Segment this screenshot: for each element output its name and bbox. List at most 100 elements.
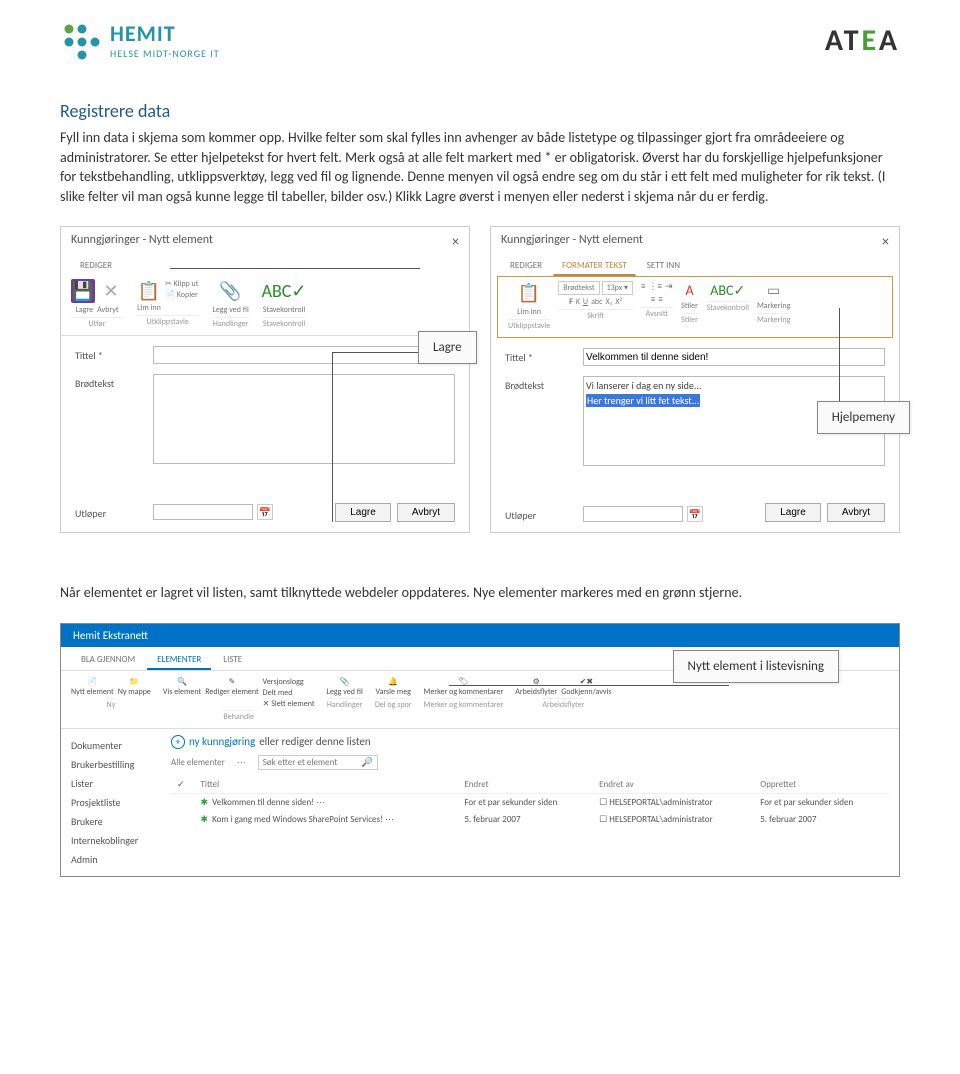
sub-button[interactable]: X₂ <box>605 297 612 307</box>
page-header: HEMIT HELSE MIDT-NORGE IT ATEA <box>60 20 900 60</box>
hemit-title: HEMIT <box>110 20 220 47</box>
cell-tittel[interactable]: Kom i gang med Windows SharePoint Servic… <box>195 811 459 828</box>
footer-lagre-button[interactable]: Lagre <box>765 503 821 522</box>
attach-icon[interactable]: 📎 <box>219 279 243 303</box>
paste-icon[interactable]: 📋 <box>137 279 161 303</box>
textarea-highlight: Her trenger vi litt fet tekst... <box>586 394 700 407</box>
tab-rediger[interactable]: REDIGER <box>71 256 121 275</box>
ribbon-liminn: Lim inn <box>137 303 161 313</box>
list-bul-icon[interactable]: ⋮≡ <box>649 281 662 292</box>
textarea-brodtekst[interactable] <box>153 374 455 464</box>
callout-line <box>170 268 420 269</box>
tab-formater[interactable]: FORMATER TEKST <box>553 256 636 276</box>
input-utloper[interactable] <box>153 504 253 520</box>
spellcheck-icon[interactable]: ABC✓ <box>719 281 737 299</box>
sidebar-item[interactable]: Lister <box>71 777 151 790</box>
close-icon[interactable]: × <box>882 233 889 250</box>
footer-avbryt-button[interactable]: Avbryt <box>827 503 885 522</box>
sidebar-item[interactable]: Admin <box>71 853 151 866</box>
list-table: Tittel Endret Endret av Opprettet Velkom… <box>171 776 889 828</box>
dialog-title: Kunngjøringer - Nytt element <box>501 233 643 250</box>
ellipsis-icon[interactable]: ⋯ <box>237 757 246 768</box>
tab-rediger[interactable]: REDIGER <box>501 256 551 276</box>
version-log[interactable]: Versjonslogg <box>263 677 315 687</box>
alert-icon[interactable]: 🔔 <box>388 677 398 687</box>
align-left-icon[interactable]: ≡ <box>651 294 655 305</box>
indent-icon[interactable]: ⇥ <box>665 281 673 292</box>
sidebar-item[interactable]: Prosjektliste <box>71 796 151 809</box>
tab-liste[interactable]: LISTE <box>213 651 252 670</box>
cell-endret-av: ☐ HELSEPORTAL\administrator <box>593 811 754 828</box>
close-icon[interactable]: × <box>452 233 459 250</box>
sidebar-item[interactable]: Brukerbestilling <box>71 758 151 771</box>
edit-item-icon[interactable]: ✎ <box>229 677 236 687</box>
col-endret-av[interactable]: Endret av <box>593 776 754 794</box>
sidebar-item[interactable]: Dokumenter <box>71 739 151 752</box>
ribbon-group-merker: Merker og kommentarer <box>424 698 504 710</box>
dialog-tabs: REDIGER FORMATER TEKST SETT INN <box>491 256 899 276</box>
hemit-subtitle: HELSE MIDT-NORGE IT <box>110 47 220 60</box>
select-icon[interactable]: ▭ <box>765 281 783 299</box>
table-row: Kom i gang med Windows SharePoint Servic… <box>171 811 889 828</box>
italic-button[interactable]: K <box>576 297 580 307</box>
sup-button[interactable]: X² <box>615 297 622 307</box>
shared-with[interactable]: Delt med <box>263 688 315 698</box>
after-paragraph: Når elementet er lagret vil listen, samt… <box>60 583 900 603</box>
label-tittel: Tittel * <box>505 348 575 366</box>
list-top-title: Hemit Ekstranett <box>61 624 899 647</box>
attach-icon[interactable]: 📎 <box>340 677 350 687</box>
ribbon-group-markering: Markering <box>757 313 790 325</box>
tab-bla[interactable]: BLA GJENNOM <box>71 651 145 670</box>
input-utloper[interactable] <box>583 506 683 522</box>
view-item-icon[interactable]: 🔍 <box>177 677 187 687</box>
new-folder-icon[interactable]: 📁 <box>129 677 139 687</box>
delete-item[interactable]: ✕ Slett element <box>263 699 315 709</box>
cell-opprettet: 5. februar 2007 <box>754 811 889 828</box>
styles-icon[interactable]: A <box>681 281 699 299</box>
col-opprettet[interactable]: Opprettet <box>754 776 889 794</box>
bold-button[interactable]: F <box>569 297 573 307</box>
new-announcement[interactable]: + ny kunngjøring eller rediger denne lis… <box>171 735 889 749</box>
section-paragraph: Fyll inn data i skjema som kommer opp. H… <box>60 128 900 206</box>
ribbon-kopier[interactable]: 📄 Kopier <box>165 290 198 300</box>
strike-button[interactable]: abc <box>591 297 602 307</box>
search-input[interactable]: Søk etter et element🔎 <box>258 755 378 770</box>
label-brodtekst: Brødtekst <box>505 376 575 466</box>
font-name[interactable]: Brødtekst <box>558 281 599 295</box>
list-num-icon[interactable]: ≡ <box>641 281 645 292</box>
label-utloper: Utløper <box>505 506 575 522</box>
section-heading: Registrere data <box>60 100 900 122</box>
ribbon-group-del: Del og spor <box>375 698 412 710</box>
paste-icon[interactable]: 📋 <box>517 281 541 305</box>
callout-line <box>332 352 333 522</box>
col-tittel[interactable]: Tittel <box>195 776 459 794</box>
align-center-icon[interactable]: ≡ <box>658 294 662 305</box>
search-icon: 🔎 <box>362 757 373 768</box>
calendar-icon[interactable]: 📅 <box>257 504 273 520</box>
callout-line <box>332 352 418 353</box>
callout-line <box>449 685 729 686</box>
sidebar-item[interactable]: Internekoblinger <box>71 834 151 847</box>
font-size[interactable]: 13px ▾ <box>602 281 633 295</box>
check-icon[interactable] <box>177 779 189 790</box>
footer-avbryt-button[interactable]: Avbryt <box>397 503 455 522</box>
ribbon-group-stavekontroll: Stavekontroll <box>263 317 305 329</box>
input-tittel[interactable] <box>153 346 455 364</box>
all-elements[interactable]: Alle elementer <box>171 757 225 768</box>
sidebar-item[interactable]: Brukere <box>71 815 151 828</box>
cell-tittel[interactable]: Velkommen til denne siden! ⋯ <box>195 793 459 811</box>
new-item-icon[interactable]: 📄 <box>87 677 97 687</box>
footer-lagre-button[interactable]: Lagre <box>335 503 391 522</box>
tab-settinn[interactable]: SETT INN <box>638 256 689 276</box>
cancel-icon[interactable]: ✕ <box>99 279 123 303</box>
calendar-icon[interactable]: 📅 <box>687 506 703 522</box>
col-endret[interactable]: Endret <box>458 776 593 794</box>
dialog-title: Kunngjøringer - Nytt element <box>71 233 213 250</box>
ribbon-group-utfor: Utfør <box>71 317 123 329</box>
underline-button[interactable]: U <box>583 297 588 307</box>
save-icon[interactable]: 💾 <box>71 279 95 303</box>
ribbon-klipput[interactable]: ✂ Klipp ut <box>165 279 198 289</box>
hemit-logo: HEMIT HELSE MIDT-NORGE IT <box>60 20 220 60</box>
tab-elementer[interactable]: ELEMENTER <box>147 651 211 670</box>
spellcheck-icon[interactable]: ABC✓ <box>272 279 296 303</box>
